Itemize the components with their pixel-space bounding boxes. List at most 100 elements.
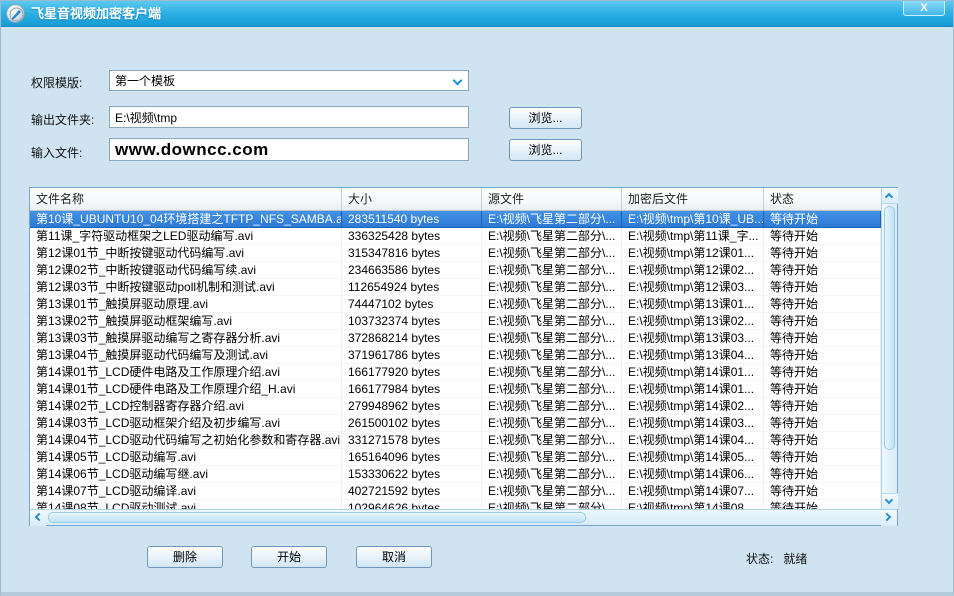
cell-output: E:\视频\tmp\第12课03...	[622, 279, 764, 296]
cell-source: E:\视频\飞星第二部分\...	[482, 347, 622, 364]
input-file-input[interactable]: www.downcc.com	[109, 138, 469, 161]
cell-name: 第14课01节_LCD硬件电路及工作原理介绍_H.avi	[30, 381, 342, 398]
table-row[interactable]: 第13课04节_触摸屏驱动代码编写及测试.avi371961786 bytesE…	[30, 347, 881, 364]
table-row[interactable]: 第14课07节_LCD驱动编译.avi402721592 bytesE:\视频\…	[30, 483, 881, 500]
cell-size: 153330622 bytes	[342, 466, 482, 483]
cell-size: 103732374 bytes	[342, 313, 482, 330]
cell-status: 等待开始	[764, 279, 881, 296]
scroll-down-icon[interactable]	[882, 493, 898, 509]
cell-size: 234663586 bytes	[342, 262, 482, 279]
output-folder-label: 输出文件夹:	[31, 111, 94, 128]
cell-source: E:\视频\飞星第二部分\...	[482, 245, 622, 262]
cell-size: 279948962 bytes	[342, 398, 482, 415]
cell-name: 第12课01节_中断按键驱动代码编写.avi	[30, 245, 342, 262]
cell-status: 等待开始	[764, 466, 881, 483]
cell-source: E:\视频\飞星第二部分\...	[482, 466, 622, 483]
cell-source: E:\视频\飞星第二部分\...	[482, 279, 622, 296]
table-row[interactable]: 第14课04节_LCD驱动代码编写之初始化参数和寄存器.avi331271578…	[30, 432, 881, 449]
template-select[interactable]: 第一个模板	[109, 70, 469, 91]
cell-status: 等待开始	[764, 364, 881, 381]
file-table: 文件名称 大小 源文件 加密后文件 状态 第10课_UBUNTU10_04环境搭…	[29, 187, 898, 526]
cell-status: 等待开始	[764, 228, 881, 245]
scroll-left-icon[interactable]	[30, 510, 46, 526]
table-row[interactable]: 第14课02节_LCD控制器寄存器介绍.avi279948962 bytesE:…	[30, 398, 881, 415]
cell-name: 第14课07节_LCD驱动编译.avi	[30, 483, 342, 500]
cell-size: 336325428 bytes	[342, 228, 482, 245]
cell-source: E:\视频\飞星第二部分\...	[482, 330, 622, 347]
cell-name: 第13课04节_触摸屏驱动代码编写及测试.avi	[30, 347, 342, 364]
table-row[interactable]: 第12课02节_中断按键驱动代码编写续.avi234663586 bytesE:…	[30, 262, 881, 279]
chevron-down-icon	[453, 76, 463, 86]
cell-output: E:\视频\tmp\第13课04...	[622, 347, 764, 364]
cell-name: 第14课08节_LCD驱动测试.avi	[30, 500, 342, 509]
table-row[interactable]: 第11课_字符驱动框架之LED驱动编写.avi336325428 bytesE:…	[30, 228, 881, 245]
table-row[interactable]: 第14课01节_LCD硬件电路及工作原理介绍.avi166177920 byte…	[30, 364, 881, 381]
cell-name: 第14课06节_LCD驱动编写继.avi	[30, 466, 342, 483]
cell-status: 等待开始	[764, 347, 881, 364]
cell-name: 第14课02节_LCD控制器寄存器介绍.avi	[30, 398, 342, 415]
cell-name: 第12课02节_中断按键驱动代码编写续.avi	[30, 262, 342, 279]
browse-output-button[interactable]: 浏览...	[509, 107, 582, 129]
cell-output: E:\视频\tmp\第13课02...	[622, 313, 764, 330]
table-row[interactable]: 第14课03节_LCD驱动框架介绍及初步编写.avi261500102 byte…	[30, 415, 881, 432]
table-row[interactable]: 第13课01节_触摸屏驱动原理.avi74447102 bytesE:\视频\飞…	[30, 296, 881, 313]
cell-status: 等待开始	[764, 313, 881, 330]
cell-size: 74447102 bytes	[342, 296, 482, 313]
cell-status: 等待开始	[764, 500, 881, 509]
output-folder-value: E:\视频\tmp	[115, 109, 177, 126]
scroll-up-icon[interactable]	[882, 188, 898, 204]
column-header-source[interactable]: 源文件	[482, 188, 622, 210]
cell-output: E:\视频\tmp\第14课07...	[622, 483, 764, 500]
browse-input-button[interactable]: 浏览...	[509, 139, 582, 161]
vertical-scrollbar[interactable]	[881, 188, 897, 509]
cell-size: 283511540 bytes	[342, 211, 482, 228]
table-row[interactable]: 第13课03节_触摸屏驱动编写之寄存器分析.avi372868214 bytes…	[30, 330, 881, 347]
horizontal-scrollbar-thumb[interactable]	[48, 512, 586, 523]
cell-output: E:\视频\tmp\第14课01...	[622, 364, 764, 381]
horizontal-scrollbar[interactable]	[30, 509, 897, 525]
table-row[interactable]: 第10课_UBUNTU10_04环境搭建之TFTP_NFS_SAMBA.avi2…	[30, 211, 881, 228]
cell-source: E:\视频\飞星第二部分\...	[482, 313, 622, 330]
scroll-right-icon[interactable]	[881, 510, 897, 526]
cell-name: 第14课03节_LCD驱动框架介绍及初步编写.avi	[30, 415, 342, 432]
cell-status: 等待开始	[764, 432, 881, 449]
table-row[interactable]: 第14课05节_LCD驱动编写.avi165164096 bytesE:\视频\…	[30, 449, 881, 466]
input-file-value: www.downcc.com	[115, 140, 269, 160]
cancel-button[interactable]: 取消	[356, 546, 432, 568]
cell-source: E:\视频\飞星第二部分\...	[482, 483, 622, 500]
cell-output: E:\视频\tmp\第13课03...	[622, 330, 764, 347]
cell-name: 第13课02节_触摸屏驱动框架编写.avi	[30, 313, 342, 330]
table-body: 第10课_UBUNTU10_04环境搭建之TFTP_NFS_SAMBA.avi2…	[30, 211, 881, 509]
close-button[interactable]: X	[903, 1, 945, 16]
start-button[interactable]: 开始	[251, 546, 327, 568]
cell-output: E:\视频\tmp\第14课03...	[622, 415, 764, 432]
table-row[interactable]: 第12课03节_中断按键驱动poll机制和测试.avi112654924 byt…	[30, 279, 881, 296]
cell-source: E:\视频\飞星第二部分\...	[482, 449, 622, 466]
column-header-filename[interactable]: 文件名称	[30, 188, 342, 210]
app-window: 飞星音视频加密客户端 X 权限模版: 第一个模板 输出文件夹: E:\视频\tm…	[0, 0, 954, 596]
table-header: 文件名称 大小 源文件 加密后文件 状态	[30, 188, 881, 211]
cell-name: 第13课01节_触摸屏驱动原理.avi	[30, 296, 342, 313]
column-header-output[interactable]: 加密后文件	[622, 188, 764, 210]
column-header-size[interactable]: 大小	[342, 188, 482, 210]
delete-button[interactable]: 删除	[147, 546, 223, 568]
cell-size: 402721592 bytes	[342, 483, 482, 500]
titlebar: 飞星音视频加密客户端 X	[1, 1, 953, 27]
table-row[interactable]: 第14课06节_LCD驱动编写继.avi153330622 bytesE:\视频…	[30, 466, 881, 483]
cell-source: E:\视频\飞星第二部分\...	[482, 398, 622, 415]
cell-status: 等待开始	[764, 381, 881, 398]
table-row[interactable]: 第13课02节_触摸屏驱动框架编写.avi103732374 bytesE:\视…	[30, 313, 881, 330]
table-row[interactable]: 第14课08节_LCD驱动测试.avi102964626 bytesE:\视频\…	[30, 500, 881, 509]
cell-output: E:\视频\tmp\第14课04...	[622, 432, 764, 449]
table-row[interactable]: 第14课01节_LCD硬件电路及工作原理介绍_H.avi166177984 by…	[30, 381, 881, 398]
cell-output: E:\视频\tmp\第14课06...	[622, 466, 764, 483]
column-header-status[interactable]: 状态	[764, 188, 881, 210]
template-selected-value: 第一个模板	[115, 72, 175, 89]
output-folder-input[interactable]: E:\视频\tmp	[109, 106, 469, 128]
cell-output: E:\视频\tmp\第11课_字...	[622, 228, 764, 245]
table-row[interactable]: 第12课01节_中断按键驱动代码编写.avi315347816 bytesE:\…	[30, 245, 881, 262]
cell-size: 261500102 bytes	[342, 415, 482, 432]
status-value: 就绪	[783, 552, 807, 566]
vertical-scrollbar-thumb[interactable]	[884, 206, 895, 450]
cell-size: 371961786 bytes	[342, 347, 482, 364]
